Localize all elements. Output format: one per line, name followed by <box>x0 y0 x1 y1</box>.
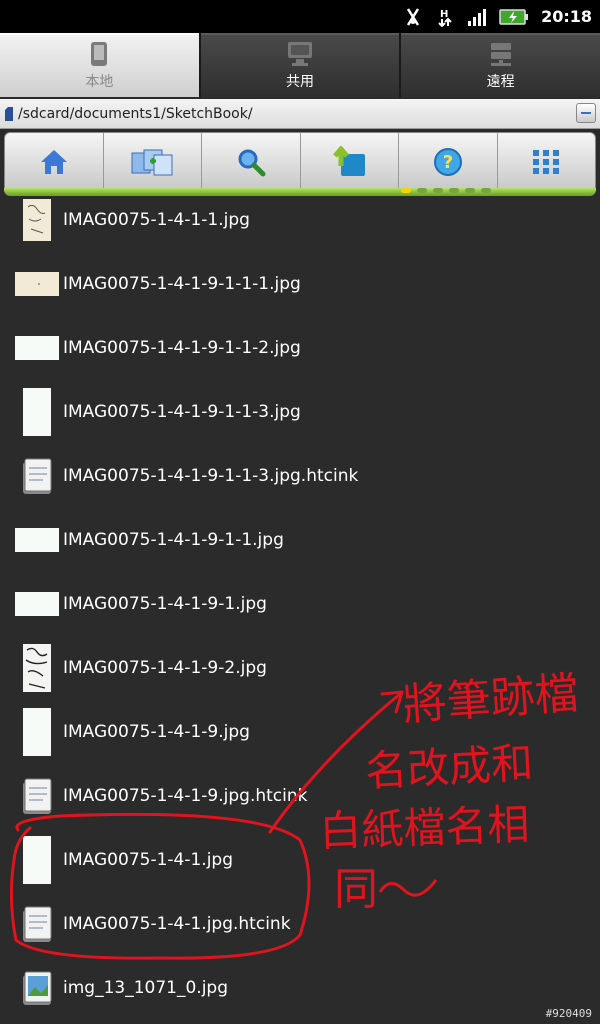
watermark: #920409 <box>545 1007 592 1020</box>
file-name: IMAG0075-1-4-1-9-1-1-1.jpg <box>63 274 301 294</box>
svg-text:?: ? <box>443 152 453 173</box>
up-folder-button[interactable] <box>301 133 399 191</box>
file-name: IMAG0075-1-4-1-9-2.jpg <box>63 658 267 678</box>
file-item[interactable]: IMAG0075-1-4-1-9-1-1-3.jpg <box>0 380 600 444</box>
file-name: IMAG0075-1-4-1-9-1-1-3.jpg.htcink <box>63 466 359 486</box>
minus-icon <box>581 112 591 114</box>
file-name: IMAG0075-1-4-1-9.jpg.htcink <box>63 786 308 806</box>
file-name: IMAG0075-1-4-1-9.jpg <box>63 722 250 742</box>
file-name: IMAG0075-1-4-1.jpg <box>63 850 234 870</box>
clock: 20:18 <box>541 7 592 26</box>
current-path: /sdcard/documents1/SketchBook/ <box>18 105 253 122</box>
file-name: IMAG0075-1-4-1-9-1-1.jpg <box>63 530 284 550</box>
file-name: IMAG0075-1-4-1-9-1-1-2.jpg <box>63 338 301 358</box>
file-item[interactable]: IMAG0075-1-4-1-9.jpg.htcink <box>0 764 600 828</box>
tab-local-label: 本地 <box>85 74 114 90</box>
battery-icon <box>499 8 529 25</box>
image-thumbnail <box>15 836 59 884</box>
toolbar: ? <box>4 132 596 196</box>
up-folder-icon <box>333 146 366 176</box>
tab-shared[interactable]: 共用 <box>200 33 400 97</box>
sketch-thumbnail <box>15 644 59 692</box>
file-name: img_13_1071_0.jpg <box>63 978 228 998</box>
image-thumbnail <box>15 518 59 562</box>
htcink-note-icon <box>15 902 59 946</box>
file-name: IMAG0075-1-4-1-1.jpg <box>63 210 250 230</box>
file-item[interactable]: IMAG0075-1-4-1-9-1-1-2.jpg <box>0 316 600 380</box>
file-item[interactable]: IMAG0075-1-4-1-9-1.jpg <box>0 572 600 636</box>
path-bar: /sdcard/documents1/SketchBook/ <box>0 99 600 129</box>
htcink-note-icon <box>15 774 59 818</box>
path-menu-button[interactable] <box>576 103 596 123</box>
search-icon <box>238 149 266 177</box>
signal-icon <box>468 8 487 26</box>
tab-shared-label: 共用 <box>286 74 314 90</box>
search-button[interactable] <box>202 133 301 191</box>
sketch-thumbnail <box>15 198 59 242</box>
file-item[interactable]: IMAG0075-1-4-1-9-1-1.jpg <box>0 508 600 572</box>
file-name: IMAG0075-1-4-1-9-1-1-3.jpg <box>63 402 301 422</box>
file-item[interactable]: IMAG0075-1-4-1-1.jpg <box>0 188 600 252</box>
multi-select-icon <box>131 149 173 176</box>
tab-local[interactable]: 本地 <box>0 33 199 97</box>
image-thumbnail <box>15 708 59 756</box>
file-item[interactable]: IMAG0075-1-4-1-9-1-1-1.jpg <box>0 252 600 316</box>
file-item[interactable]: IMAG0075-1-4-1.jpg.htcink <box>0 892 600 956</box>
home-icon <box>40 150 67 174</box>
computer-icon <box>288 42 312 66</box>
image-thumbnail <box>15 326 59 370</box>
file-item[interactable]: img_13_1071_0.jpg <box>0 956 600 1020</box>
help-button[interactable]: ? <box>399 133 498 191</box>
tab-remote[interactable]: 遠程 <box>401 33 600 97</box>
file-list: IMAG0075-1-4-1-1.jpg IMAG0075-1-4-1-9-1-… <box>0 188 600 1024</box>
htcink-note-icon <box>15 454 59 498</box>
home-button[interactable] <box>5 133 104 191</box>
file-item[interactable]: IMAG0075-1-4-1-9-2.jpg <box>0 636 600 700</box>
tablet-icon <box>91 42 108 66</box>
image-thumbnail <box>15 582 59 626</box>
file-item[interactable]: IMAG0075-1-4-1.jpg <box>0 828 600 892</box>
location-tabs: 本地 共用 遠程 <box>0 33 600 97</box>
image-thumbnail <box>15 262 59 306</box>
server-icon <box>490 43 511 66</box>
svg-text:H: H <box>440 9 448 20</box>
grid-view-button[interactable] <box>498 133 596 191</box>
file-name: IMAG0075-1-4-1-9-1.jpg <box>63 594 267 614</box>
multi-select-button[interactable] <box>104 133 202 191</box>
file-item[interactable]: IMAG0075-1-4-1-9-1-1-3.jpg.htcink <box>0 444 600 508</box>
grid-view-icon <box>533 150 560 174</box>
file-item[interactable]: IMAG0075-1-4-1-9.jpg <box>0 700 600 764</box>
data-transfer-icon: H <box>438 9 452 27</box>
usb-debug-icon <box>407 7 420 26</box>
image-thumbnail <box>15 388 59 436</box>
sdcard-icon <box>5 106 13 121</box>
help-icon: ? <box>433 148 462 176</box>
tab-remote-label: 遠程 <box>486 74 515 90</box>
status-bar: H 20:18 <box>0 0 600 33</box>
picture-icon <box>15 966 59 1010</box>
file-name: IMAG0075-1-4-1.jpg.htcink <box>63 914 291 934</box>
